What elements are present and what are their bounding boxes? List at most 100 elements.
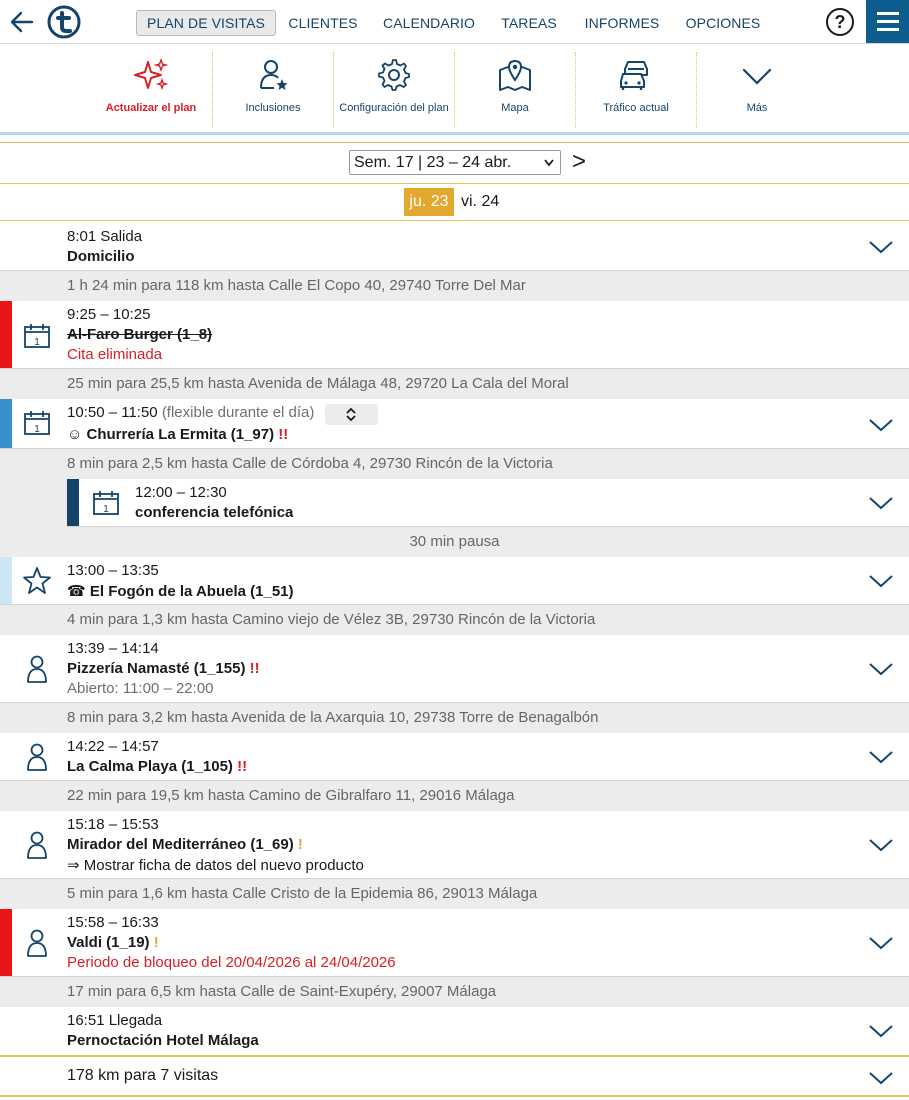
visit-name-line: ☺ Churrería La Ermita (1_97) !! <box>67 426 288 443</box>
visit-row[interactable]: 15:18 – 15:53 Mirador del Mediterráneo (… <box>0 811 909 879</box>
visit-note[interactable]: ⇒ Mostrar ficha de datos del nuevo produ… <box>67 856 364 874</box>
tool-label: Mapa <box>501 102 529 114</box>
update-plan-button[interactable]: Actualizar el plan <box>91 52 211 128</box>
day-tab[interactable]: vi. 24 <box>461 188 499 216</box>
plan-configuration-button[interactable]: Configuración del plan <box>334 52 454 128</box>
inclusions-button[interactable]: Inclusiones <box>213 52 333 128</box>
tab-clientes[interactable]: CLIENTES <box>287 10 359 36</box>
chevron-down-icon[interactable] <box>868 1070 894 1086</box>
calendar-icon: 1 <box>24 324 50 348</box>
visit-row[interactable]: 14:22 – 14:57 La Calma Playa (1_105) !! <box>0 733 909 781</box>
visit-row[interactable]: 13:39 – 14:14 Pizzería Namasté (1_155) !… <box>0 635 909 703</box>
chevron-down-icon[interactable] <box>868 935 894 951</box>
visit-name: Pizzería Namasté (1_155) <box>67 660 246 677</box>
visit-name-line: Valdi (1_19) ! <box>67 934 159 951</box>
visit-name: Churrería La Ermita (1_97) <box>86 426 275 443</box>
tool-label: Más <box>746 102 768 114</box>
priority-badge: ! <box>153 934 159 951</box>
meeting-name: conferencia telefónica <box>135 504 294 521</box>
app-logo-icon[interactable] <box>47 5 81 39</box>
hamburger-menu-icon[interactable] <box>866 0 909 43</box>
tool-label: Inclusiones <box>245 102 301 114</box>
visit-note: Cita eliminada <box>67 346 163 363</box>
travel-segment: 5 min para 1,6 km hasta Calle Cristo de … <box>0 879 909 909</box>
next-week-button[interactable]: > <box>572 148 592 176</box>
start-row[interactable]: 8:01 Salida Domicilio <box>0 221 909 271</box>
visit-time: 10:50 – 11:50 <box>67 404 158 421</box>
flexible-time-button[interactable] <box>325 404 378 425</box>
visit-time: 9:25 – 10:25 <box>67 306 151 323</box>
tab-plan-de-visitas[interactable]: PLAN DE VISITAS <box>136 10 276 36</box>
smiley-icon: ☺ <box>67 426 83 443</box>
person-icon <box>27 831 47 859</box>
visit-row[interactable]: 13:00 – 13:35 ☎ El Fogón de la Abuela (1… <box>0 557 909 605</box>
travel-segment: 17 min para 6,5 km hasta Calle de Saint-… <box>0 977 909 1007</box>
svg-text:1: 1 <box>103 504 109 515</box>
traffic-cars-icon <box>620 61 648 90</box>
chevron-down-icon[interactable] <box>868 417 894 433</box>
visit-row[interactable]: 15:58 – 16:33 Valdi (1_19) ! Periodo de … <box>0 909 909 977</box>
summary-text: 178 km para 7 visitas <box>67 1067 219 1084</box>
help-icon[interactable]: ? <box>826 8 854 36</box>
chevron-down-icon[interactable] <box>868 1023 894 1039</box>
calendar-icon: 1 <box>24 411 50 435</box>
svg-text:1: 1 <box>34 424 40 435</box>
meeting-wrapper: 1 12:00 – 12:30 conferencia telefónica <box>0 479 909 527</box>
top-nav: PLAN DE VISITAS CLIENTES CALENDARIO TARE… <box>0 0 909 44</box>
svg-text:1: 1 <box>34 337 40 348</box>
visit-row[interactable]: 1 10:50 – 11:50 (flexible durante el día… <box>0 399 909 449</box>
week-select[interactable]: Sem. 17 | 23 – 24 abr. <box>349 150 561 175</box>
divider <box>0 132 909 135</box>
meeting-time: 12:00 – 12:30 <box>135 484 227 501</box>
visit-time: 13:00 – 13:35 <box>67 562 159 579</box>
chevron-down-icon[interactable] <box>868 239 894 255</box>
map-button[interactable]: Mapa <box>455 52 575 128</box>
day-tab-active[interactable]: ju. 23 <box>404 188 454 216</box>
travel-segment: 1 h 24 min para 118 km hasta Calle El Co… <box>0 271 909 301</box>
visit-time-line: 10:50 – 11:50 (flexible durante el día) <box>67 404 314 421</box>
tab-opciones[interactable]: OPCIONES <box>684 10 762 36</box>
status-bar <box>0 909 12 976</box>
travel-segment: 8 min para 3,2 km hasta Avenida de la Ax… <box>0 703 909 733</box>
tool-label: Actualizar el plan <box>105 102 197 114</box>
chevron-down-icon[interactable] <box>868 661 894 677</box>
end-row[interactable]: 16:51 Llegada Pernoctación Hotel Málaga <box>0 1007 909 1055</box>
tab-calendario[interactable]: CALENDARIO <box>380 10 478 36</box>
visit-time: 15:18 – 15:53 <box>67 816 159 833</box>
visit-time-note: (flexible durante el día) <box>161 404 315 421</box>
caret-down-icon <box>544 159 554 167</box>
tab-tareas[interactable]: TAREAS <box>499 10 559 36</box>
summary-row[interactable]: 178 km para 7 visitas <box>0 1055 909 1097</box>
tool-label: Configuración del plan <box>339 102 449 114</box>
action-toolbar: Actualizar el plan Inclusiones Configura… <box>0 44 909 132</box>
chevron-down-icon[interactable] <box>868 495 894 511</box>
visit-time: 15:58 – 16:33 <box>67 914 159 931</box>
phone-icon: ☎ <box>67 583 86 600</box>
visit-row[interactable]: 1 9:25 – 10:25 Al-Faro Burger (1_8) Cita… <box>0 301 909 369</box>
visit-note: Abierto: 11:00 – 22:00 <box>67 680 214 697</box>
tab-informes[interactable]: INFORMES <box>581 10 663 36</box>
priority-badge: !! <box>278 426 289 443</box>
chevron-down-icon[interactable] <box>868 749 894 765</box>
travel-segment: 25 min para 25,5 km hasta Avenida de Mál… <box>0 369 909 399</box>
current-traffic-button[interactable]: Tráfico actual <box>576 52 696 128</box>
gear-icon <box>378 59 410 91</box>
status-bar <box>0 301 12 368</box>
chevron-down-icon[interactable] <box>868 837 894 853</box>
back-arrow-icon[interactable] <box>8 8 36 36</box>
divider <box>0 142 909 143</box>
start-place: Domicilio <box>67 248 135 265</box>
meeting-row[interactable]: 1 12:00 – 12:30 conferencia telefónica <box>67 479 909 527</box>
status-bar <box>0 399 12 448</box>
start-time: 8:01 Salida <box>67 228 143 245</box>
visit-time: 14:22 – 14:57 <box>67 738 159 755</box>
calendar-icon: 1 <box>93 491 119 515</box>
more-button[interactable]: Más <box>697 52 817 128</box>
person-icon <box>27 929 47 957</box>
visit-name: Valdi (1_19) <box>67 934 150 951</box>
visit-name-line: Pizzería Namasté (1_155) !! <box>67 660 260 677</box>
visit-name-line: Mirador del Mediterráneo (1_69) ! <box>67 836 303 853</box>
visit-note: Periodo de bloqueo del 20/04/2026 al 24/… <box>67 954 396 971</box>
end-place: Pernoctación Hotel Málaga <box>67 1032 259 1049</box>
chevron-down-icon[interactable] <box>868 573 894 589</box>
